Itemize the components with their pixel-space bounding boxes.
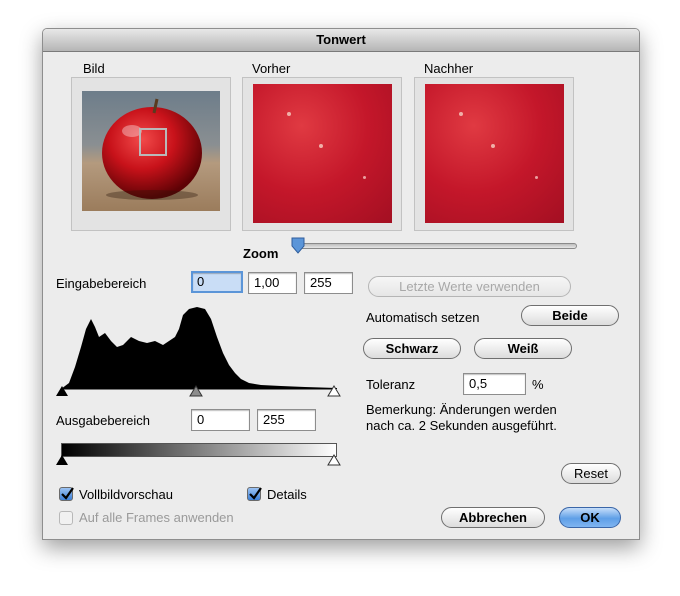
- zoom-slider-thumb[interactable]: [290, 236, 306, 256]
- details-label[interactable]: Details: [267, 487, 307, 502]
- input-black-field[interactable]: 0: [191, 271, 243, 293]
- histogram: [61, 307, 337, 389]
- before-preview-image: [253, 84, 392, 223]
- image-panel: [71, 77, 231, 231]
- after-label: Nachher: [424, 61, 474, 76]
- auto-set-label: Automatisch setzen: [366, 310, 480, 325]
- input-gamma-handle[interactable]: [189, 385, 203, 397]
- black-button[interactable]: Schwarz: [363, 338, 461, 359]
- levels-dialog: Tonwert Bild Vorher Nachher Zoom Eingabe…: [42, 28, 640, 540]
- reset-button[interactable]: Reset: [561, 463, 621, 484]
- after-preview-image: [425, 84, 564, 223]
- fullscreen-preview-checkbox[interactable]: [59, 487, 74, 501]
- both-button[interactable]: Beide: [521, 305, 619, 326]
- apply-all-frames-label[interactable]: Auf alle Frames anwenden: [79, 510, 234, 525]
- window-title: Tonwert: [43, 29, 639, 52]
- output-black-handle[interactable]: [55, 454, 69, 466]
- input-white-point-handle[interactable]: [327, 385, 341, 397]
- output-white-field[interactable]: 255: [257, 409, 316, 431]
- output-range-label: Ausgabebereich: [56, 413, 150, 428]
- input-range-label: Eingabebereich: [56, 276, 147, 291]
- before-panel: [242, 77, 402, 231]
- apply-all-frames-checkbox[interactable]: [59, 511, 73, 525]
- input-black-point-handle[interactable]: [55, 385, 69, 397]
- after-panel: [414, 77, 574, 231]
- zoom-slider-track[interactable]: [293, 243, 577, 249]
- use-last-values-button[interactable]: Letzte Werte verwenden: [368, 276, 571, 297]
- before-label: Vorher: [252, 61, 291, 76]
- fullscreen-preview-label[interactable]: Vollbildvorschau: [79, 487, 173, 502]
- tolerance-field[interactable]: 0,5: [463, 373, 526, 395]
- preview-area-marker[interactable]: [139, 128, 167, 156]
- details-checkbox[interactable]: [247, 487, 262, 501]
- tolerance-label: Toleranz: [366, 377, 416, 392]
- zoom-label: Zoom: [243, 246, 279, 261]
- input-gamma-field[interactable]: 1,00: [248, 272, 297, 294]
- white-button[interactable]: Weiß: [474, 338, 572, 359]
- note-line-2: nach ca. 2 Sekunden ausgeführt.: [366, 418, 557, 433]
- cancel-button[interactable]: Abbrechen: [441, 507, 545, 528]
- output-black-field[interactable]: 0: [191, 409, 250, 431]
- input-white-field[interactable]: 255: [304, 272, 353, 294]
- output-gradient-bar: [61, 443, 337, 457]
- apple-thumbnail[interactable]: [82, 91, 220, 211]
- tolerance-unit: %: [532, 377, 544, 392]
- note-line-1: Bemerkung: Änderungen werden: [366, 402, 557, 417]
- checkmark-icon: [61, 487, 74, 500]
- ok-button[interactable]: OK: [559, 507, 621, 528]
- checkmark-icon: [249, 487, 262, 500]
- image-label: Bild: [83, 61, 105, 76]
- output-white-handle[interactable]: [327, 454, 341, 466]
